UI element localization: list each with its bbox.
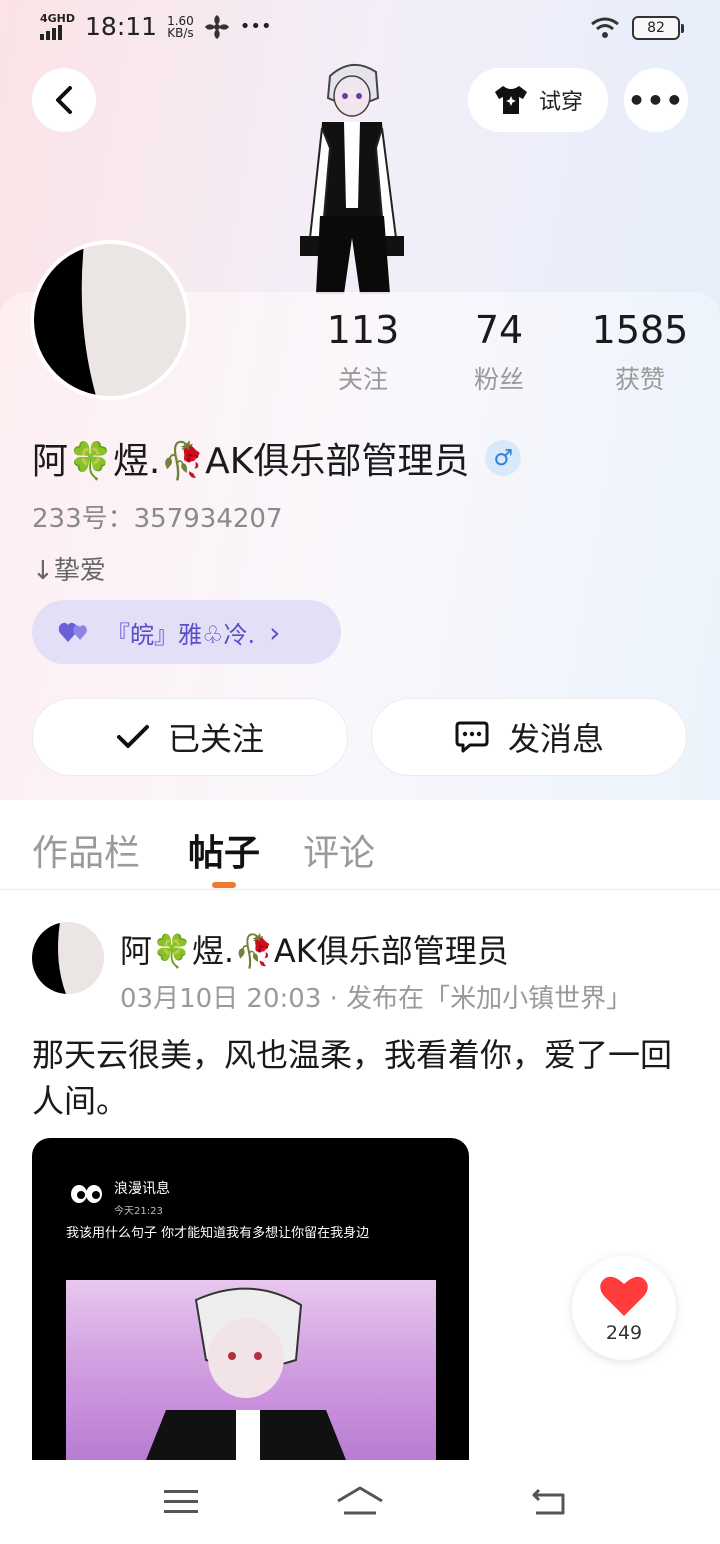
active-tab-indicator [212, 882, 236, 888]
chevron-right-icon: › [269, 615, 281, 649]
send-message-button[interactable]: 发消息 [371, 698, 687, 776]
image-time: 今天21:23 [114, 1206, 163, 1217]
tab-posts[interactable]: 帖子 [188, 824, 260, 876]
signal-icon [40, 24, 75, 40]
tshirt-icon [494, 86, 527, 114]
more-icon: ••• [627, 83, 685, 117]
profile-tabs: 作品栏 帖子 评论 [0, 800, 720, 890]
eyes-icon [70, 1184, 102, 1209]
profile-bio: ↓挚爱 [32, 556, 106, 586]
back-nav-button[interactable] [524, 1484, 574, 1520]
menu-button[interactable] [156, 1484, 206, 1520]
fan-icon [204, 14, 229, 39]
tab-works[interactable]: 作品栏 [32, 824, 140, 876]
try-on-button[interactable]: 试穿 [468, 68, 608, 132]
more-options-button[interactable]: ••• [624, 68, 688, 132]
like-count: 249 [605, 1322, 643, 1344]
home-button[interactable] [335, 1484, 385, 1520]
system-nav-bar [0, 1460, 720, 1544]
stat-following[interactable]: 113 关注 [298, 308, 428, 396]
post-text[interactable]: 那天云很美，风也温柔，我看着你，爱了一回人间。 [32, 1032, 692, 1124]
more-status-icon: ••• [239, 16, 272, 37]
chevron-left-icon [56, 86, 72, 114]
image-message: 我该用什么句子 你才能知道我有多想让你留在我身边 [66, 1226, 370, 1241]
wifi-icon [591, 17, 619, 38]
image-character-photo [66, 1280, 436, 1460]
male-gender-icon: ♂ [485, 440, 522, 476]
post-author-avatar[interactable] [32, 922, 104, 994]
stat-followers[interactable]: 74 粉丝 [434, 308, 564, 396]
message-icon [455, 721, 489, 753]
menu-icon [164, 1490, 198, 1513]
network-type: 4GHD [40, 12, 76, 25]
battery-icon: 82 [632, 16, 684, 40]
post-meta: 03月10日 20:03 · 发布在「米加小镇世界」 [120, 984, 633, 1014]
stat-likes[interactable]: 1585 获赞 [575, 308, 705, 396]
clock: 18:11 [85, 12, 158, 41]
following-button[interactable]: 已关注 [32, 698, 348, 776]
return-icon [532, 1488, 565, 1515]
avatar-character-figure [292, 58, 412, 294]
try-on-label: 试穿 [538, 90, 583, 115]
home-icon [337, 1486, 383, 1515]
club-chip[interactable]: 『皖』雅♧冷. › [32, 600, 341, 664]
back-button[interactable] [32, 68, 96, 132]
net-speed: 1.60 KB/s [167, 13, 194, 40]
double-heart-icon [58, 622, 87, 642]
profile-avatar[interactable] [30, 240, 190, 400]
status-bar: 4GHD 18:11 1.60 KB/s ••• 82 [0, 0, 720, 58]
user-id: 233号：357934207 [32, 504, 283, 534]
send-message-label: 发消息 [507, 720, 604, 758]
tab-comments[interactable]: 评论 [303, 824, 375, 876]
like-button[interactable]: 249 [572, 1256, 676, 1360]
post-image[interactable]: 浪漫讯息 今天21:23 我该用什么句子 你才能知道我有多想让你留在我身边 [32, 1138, 469, 1460]
following-label: 已关注 [167, 720, 264, 758]
heart-icon [600, 1276, 648, 1316]
club-label: 『皖』雅♧冷. [106, 620, 256, 649]
image-sender: 浪漫讯息 [114, 1181, 170, 1197]
post-author-name[interactable]: 阿🍀煜.🥀AK俱乐部管理员 [120, 926, 509, 972]
check-icon [116, 725, 149, 748]
profile-username: 阿🍀煜.🥀AK俱乐部管理员 ♂ [32, 432, 522, 484]
